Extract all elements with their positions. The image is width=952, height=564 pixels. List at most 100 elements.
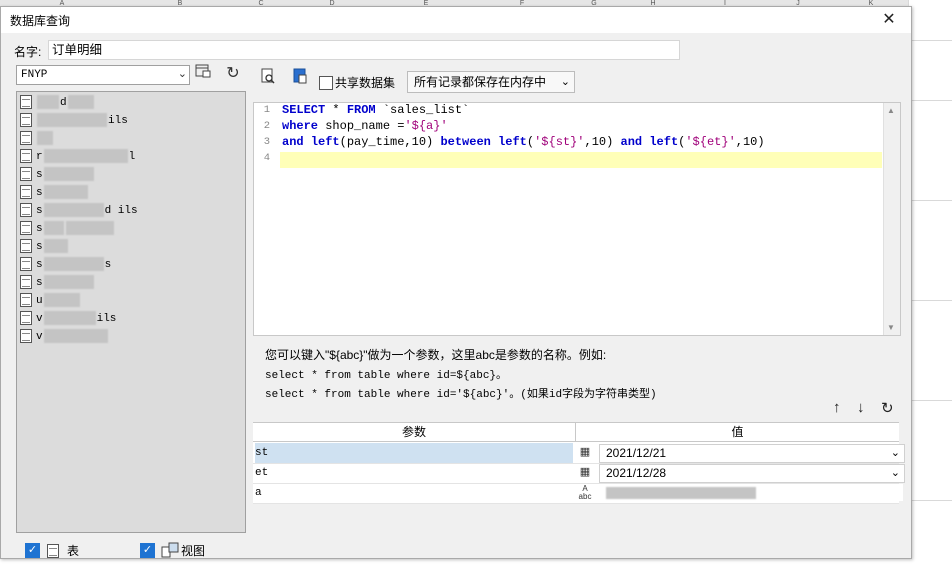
table-icon [20, 275, 32, 290]
memory-mode-value: 所有记录都保存在内存中 [414, 75, 547, 89]
refresh-params-button[interactable]: ↻ [881, 399, 894, 417]
param-name: st [255, 443, 573, 463]
share-dataset-checkbox[interactable] [319, 76, 333, 90]
editor-toolbar: 共享数据集 所有记录都保存在内存中 ⌄ [253, 68, 901, 94]
chevron-down-icon: ⌄ [177, 69, 187, 81]
line-number: 4 [263, 152, 270, 164]
view-checkbox-label: 视图 [181, 544, 206, 558]
table-checkbox-label: 表 [67, 544, 80, 558]
database-param-icon [293, 68, 307, 84]
help-example-1: select * from table where id=${abc}。 [265, 370, 508, 382]
line-number: 2 [263, 120, 270, 132]
sheet-gridline [908, 100, 952, 101]
table-icon [20, 167, 32, 182]
column-header-param: 参数 [253, 423, 576, 442]
sheet-gridline [908, 200, 952, 201]
title-bar[interactable]: 数据库查询 ✕ [1, 7, 911, 33]
view-checkbox[interactable]: ✓ [140, 543, 155, 558]
refresh-icon: ↻ [881, 400, 894, 417]
memory-mode-select[interactable]: 所有记录都保存在内存中 ⌄ [407, 71, 575, 93]
param-value-input[interactable]: 2021/12/28 ⌄ [599, 464, 905, 483]
arrow-up-icon: ↑ [833, 399, 841, 416]
table-icon [20, 149, 32, 164]
preview-button[interactable] [257, 68, 279, 88]
datasource-value: FNYP [21, 69, 48, 81]
list-item[interactable]: s [20, 274, 95, 292]
sheet-gridline [908, 300, 952, 301]
list-item[interactable]: d [20, 94, 95, 112]
database-query-dialog: 数据库查询 ✕ 名字: 订单明细 FNYP ⌄ ↻ d ils rl s s s… [0, 6, 912, 559]
param-name: et [255, 467, 269, 479]
table-row[interactable]: et ▦ 2021/12/28 ⌄ [253, 463, 905, 484]
sql-line-1: SELECT * FROM `sales_list` [282, 103, 470, 117]
table-icon [20, 239, 32, 254]
column-header-value: 值 [576, 423, 899, 442]
sql-editor[interactable]: 1 2 3 4 SELECT * FROM `sales_list` where… [253, 102, 901, 336]
editor-scrollbar[interactable]: ▲ ▼ [883, 103, 900, 335]
datasource-select[interactable]: FNYP ⌄ [16, 65, 190, 85]
table-icon [47, 544, 59, 558]
list-item[interactable]: v ils [20, 310, 116, 328]
database-edit-icon [195, 64, 211, 78]
sheet-gridline [908, 40, 952, 41]
line-number: 3 [263, 136, 270, 148]
parameter-table: 参数 值 st ▦ 2021/12/21 ⌄ et ▦ 2021/12/28 ⌄… [253, 422, 905, 504]
parameter-help: 您可以键入"${abc}"做为一个参数，这里abc是参数的名称。例如: sele… [265, 346, 895, 401]
param-value: 2021/12/28 [606, 466, 667, 480]
list-item[interactable]: sd ils [20, 202, 138, 220]
share-dataset-label: 共享数据集 [335, 76, 396, 90]
table-icon [20, 311, 32, 326]
calendar-icon[interactable]: ▦ [577, 465, 593, 480]
sql-line-2: where shop_name ='${a}' [282, 119, 448, 133]
name-label: 名字: [14, 45, 42, 59]
table-icon [20, 203, 32, 218]
arrow-down-icon: ↓ [857, 399, 865, 416]
list-item[interactable]: s [20, 166, 95, 184]
sql-parameter-button[interactable] [289, 68, 311, 88]
connection-settings-button[interactable] [192, 64, 214, 84]
table-row[interactable]: a Aabc [253, 483, 903, 504]
table-icon [20, 257, 32, 272]
list-item[interactable]: s [20, 184, 89, 202]
chevron-down-icon: ⌄ [890, 447, 900, 459]
list-item[interactable]: rl [20, 148, 135, 166]
list-item[interactable]: s [20, 220, 115, 238]
help-text: 您可以键入"${abc}"做为一个参数，这里abc是参数的名称。例如: [265, 348, 607, 362]
list-item[interactable] [20, 130, 54, 148]
sql-line-3: and left(pay_time,10) between left('${st… [282, 135, 765, 149]
current-line-highlight [280, 152, 882, 168]
preview-icon [261, 68, 275, 84]
table-icon [20, 131, 32, 146]
table-icon [20, 113, 32, 128]
table-icon [20, 95, 32, 110]
close-button[interactable]: ✕ [867, 7, 911, 33]
param-value-input[interactable] [599, 484, 903, 501]
line-number-gutter: 1 2 3 4 [254, 103, 280, 335]
param-name: a [255, 487, 262, 499]
move-down-button[interactable]: ↓ [857, 399, 865, 417]
list-item[interactable]: v [20, 328, 109, 346]
list-item[interactable]: u [20, 292, 81, 310]
name-input[interactable]: 订单明细 [48, 40, 680, 60]
table-checkbox[interactable]: ✓ [25, 543, 40, 558]
scroll-down-icon: ▼ [887, 323, 895, 332]
list-item[interactable]: s [20, 238, 69, 256]
sheet-gridline [908, 500, 952, 501]
table-list[interactable]: d ils rl s s sd ils s s ss s u v ils v [16, 91, 246, 533]
scroll-up-icon: ▲ [887, 106, 895, 115]
list-item[interactable]: ils [20, 112, 128, 130]
refresh-button[interactable]: ↻ [222, 64, 244, 84]
param-value-input[interactable]: 2021/12/21 ⌄ [599, 444, 905, 463]
sql-editor-panel: 共享数据集 所有记录都保存在内存中 ⌄ 1 2 3 4 SELECT * FRO… [253, 68, 905, 564]
move-up-button[interactable]: ↑ [833, 399, 841, 417]
chevron-down-icon: ⌄ [890, 467, 900, 479]
table-row[interactable]: st ▦ 2021/12/21 ⌄ [253, 443, 905, 464]
table-icon [20, 221, 32, 236]
refresh-icon: ↻ [226, 65, 240, 82]
list-item[interactable]: ss [20, 256, 111, 274]
sheet-gridline [908, 400, 952, 401]
text-type-icon[interactable]: Aabc [577, 485, 593, 501]
calendar-icon[interactable]: ▦ [577, 445, 593, 460]
table-icon [20, 329, 32, 344]
table-icon [20, 293, 32, 308]
